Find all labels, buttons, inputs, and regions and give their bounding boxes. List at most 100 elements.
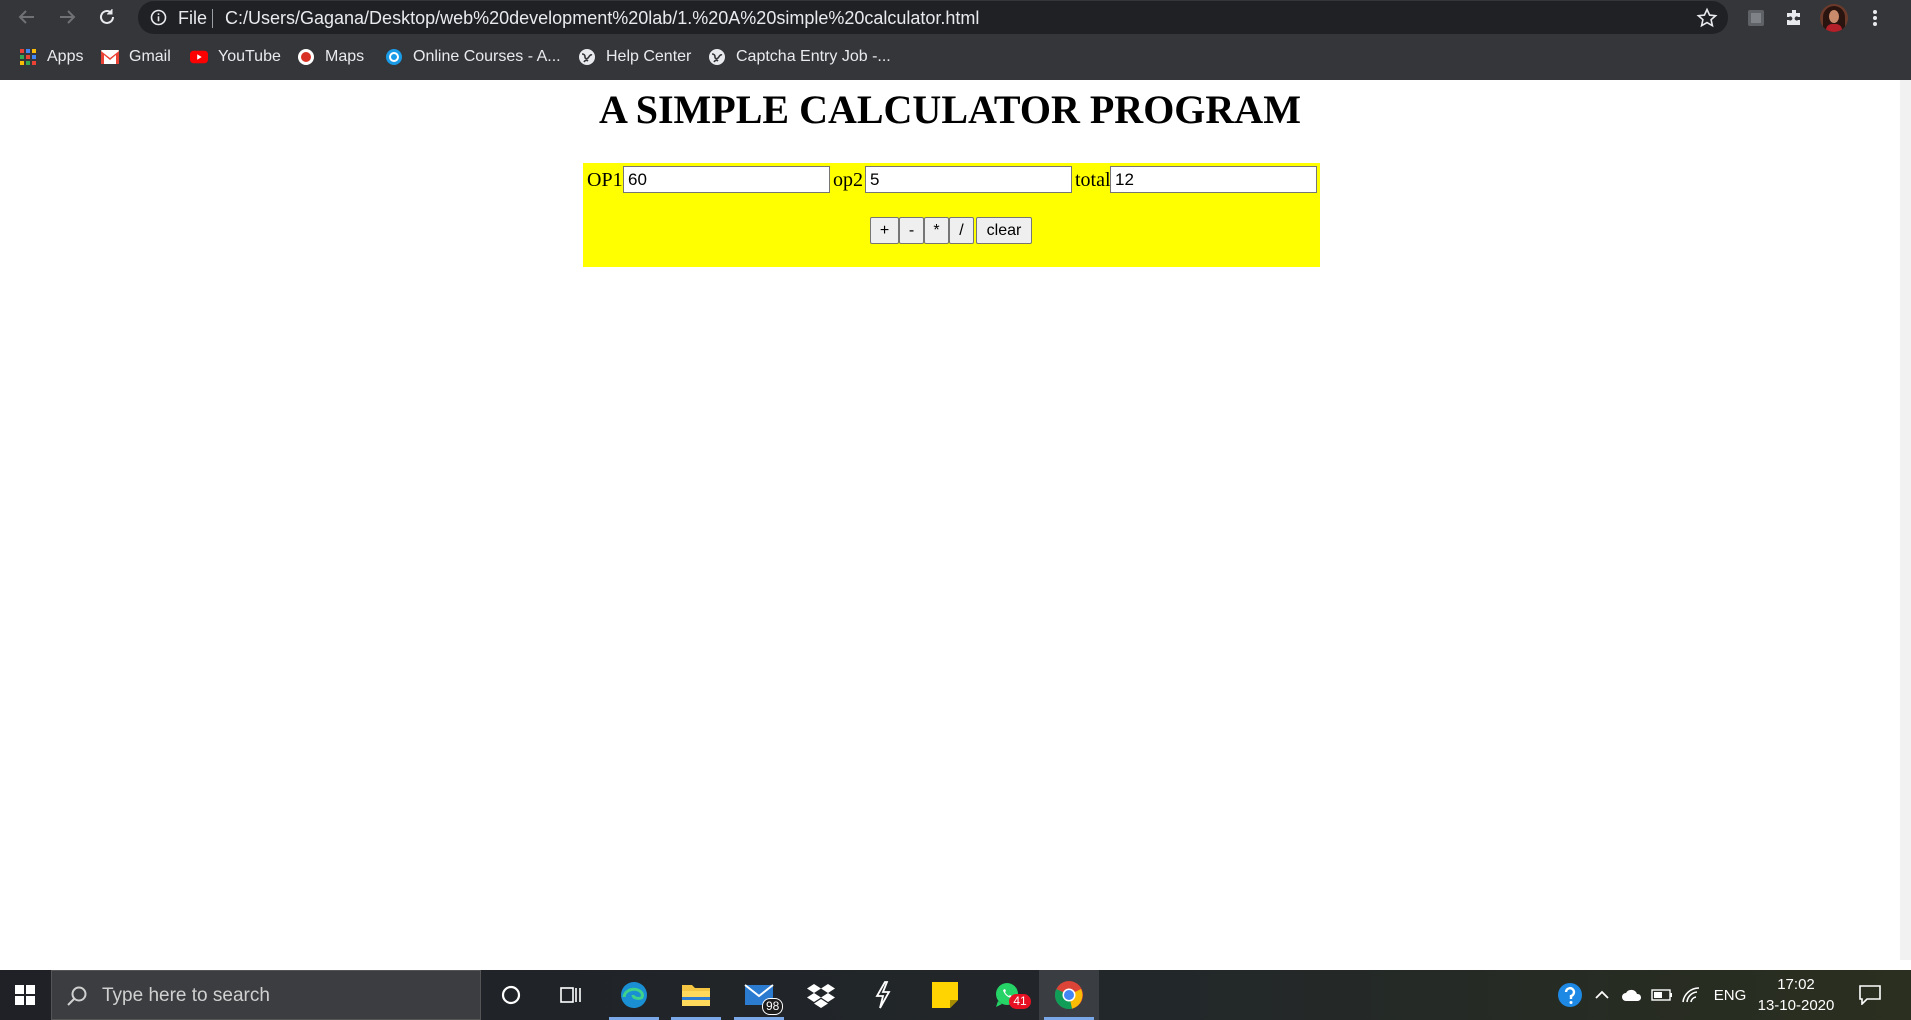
task-view-icon — [560, 987, 581, 1003]
search-placeholder: Type here to search — [102, 985, 270, 1006]
tray-language[interactable]: ENG — [1708, 970, 1752, 1020]
op2-label: op2 — [833, 169, 863, 191]
windows-logo-icon — [15, 985, 35, 1005]
back-arrow-icon — [18, 10, 34, 24]
extension-square-icon — [1748, 10, 1764, 26]
cortana-button[interactable] — [481, 970, 541, 1020]
clock-time: 17:02 — [1777, 976, 1815, 993]
op2-input[interactable] — [865, 166, 1072, 193]
url-separator — [212, 9, 213, 28]
bookmark-gmail[interactable]: Gmail — [101, 44, 171, 70]
browser-menu-button[interactable] — [1860, 3, 1890, 33]
bookmark-label: YouTube — [218, 48, 281, 65]
apps-grid-icon — [19, 48, 37, 66]
op1-input[interactable] — [623, 166, 830, 193]
tray-battery[interactable] — [1648, 970, 1676, 1020]
wifi-icon — [1682, 987, 1700, 1003]
lightning-app-icon — [875, 981, 891, 1009]
mail-count-badge: 98 — [762, 998, 784, 1015]
dropbox-icon — [807, 984, 835, 1008]
page-title: A SIMPLE CALCULATOR PROGRAM — [599, 87, 1301, 132]
reload-button[interactable] — [92, 2, 122, 32]
bookmark-label: Gmail — [129, 48, 171, 65]
url-text[interactable]: C:/Users/Gagana/Desktop/web%20developmen… — [225, 8, 979, 29]
globe-icon — [708, 48, 726, 66]
bookmark-label: Online Courses - A... — [413, 48, 561, 65]
web-page: A SIMPLE CALCULATOR PROGRAM OP1 op2 tota… — [0, 80, 1900, 960]
start-button[interactable] — [0, 970, 50, 1020]
op1-label: OP1 — [587, 169, 623, 191]
subtract-button[interactable]: - — [899, 217, 924, 244]
taskbar-dropbox[interactable] — [791, 970, 851, 1020]
edge-browser-icon — [621, 982, 647, 1008]
taskbar-file-explorer[interactable] — [666, 970, 726, 1020]
bookmark-star-icon[interactable] — [1696, 7, 1718, 29]
address-bar[interactable]: File C:/Users/Gagana/Desktop/web%20devel… — [138, 1, 1728, 34]
total-output[interactable] — [1110, 166, 1317, 193]
battery-icon — [1651, 989, 1672, 1001]
maps-icon — [297, 48, 315, 66]
globe-icon — [578, 48, 596, 66]
navigation-row: File C:/Users/Gagana/Desktop/web%20devel… — [0, 0, 1911, 34]
forward-arrow-icon — [60, 10, 76, 24]
back-button[interactable] — [12, 2, 42, 32]
extension-button[interactable] — [1741, 3, 1771, 33]
search-icon — [67, 986, 87, 1006]
url-scheme-label: File — [178, 8, 208, 28]
bookmark-label: Maps — [325, 48, 365, 65]
task-view-button[interactable] — [541, 970, 601, 1020]
tray-show-hidden[interactable] — [1590, 970, 1614, 1020]
taskbar-sticky-notes[interactable] — [915, 970, 975, 1020]
multiply-button[interactable]: * — [924, 217, 949, 244]
chrome-icon — [1054, 981, 1083, 1010]
bookmark-help-center[interactable]: Help Center — [578, 44, 691, 70]
course-icon — [385, 48, 403, 66]
tray-notifications[interactable] — [1850, 970, 1890, 1020]
windows-taskbar: Type here to search 98 41 ENG 17:02 13-1… — [0, 970, 1911, 1020]
bookmark-youtube[interactable]: YouTube — [190, 44, 281, 70]
bookmark-label: Captcha Entry Job -... — [736, 48, 891, 65]
reload-icon — [100, 9, 114, 24]
extensions-menu-button[interactable] — [1779, 3, 1809, 33]
profile-avatar[interactable] — [1820, 4, 1848, 32]
notification-icon — [1859, 985, 1881, 1005]
cloud-icon — [1622, 989, 1642, 1001]
total-label: total — [1075, 169, 1111, 191]
bookmarks-bar: Apps Gmail YouTube Maps Online Courses -… — [0, 44, 1911, 70]
help-question-icon — [1558, 983, 1582, 1007]
sticky-note-icon — [932, 982, 958, 1008]
bookmark-label: Apps — [47, 48, 84, 65]
taskbar-search-box[interactable]: Type here to search — [51, 970, 481, 1020]
gmail-icon — [101, 48, 119, 66]
whatsapp-count-badge: 41 — [1009, 994, 1031, 1009]
taskbar-edge[interactable] — [604, 970, 664, 1020]
youtube-icon — [190, 48, 208, 66]
add-button[interactable]: + — [870, 217, 899, 244]
taskbar-chrome[interactable] — [1039, 970, 1099, 1020]
tray-wifi[interactable] — [1678, 970, 1706, 1020]
tray-onedrive[interactable] — [1618, 970, 1646, 1020]
clock-date: 13-10-2020 — [1757, 997, 1835, 1014]
forward-button[interactable] — [52, 2, 82, 32]
kebab-menu-icon — [1873, 10, 1877, 26]
clear-button[interactable]: clear — [976, 217, 1032, 244]
taskbar-app-lightning[interactable] — [853, 970, 913, 1020]
cortana-circle-icon — [501, 985, 521, 1005]
bookmark-label: Help Center — [606, 48, 692, 65]
taskbar-clock[interactable]: 17:02 13-10-2020 — [1752, 974, 1840, 1016]
divide-button[interactable]: / — [949, 217, 974, 244]
bookmark-maps[interactable]: Maps — [297, 44, 364, 70]
taskbar-mail[interactable]: 98 — [729, 970, 789, 1020]
browser-chrome: File C:/Users/Gagana/Desktop/web%20devel… — [0, 0, 1911, 80]
vertical-scrollbar[interactable] — [1900, 80, 1911, 960]
puzzle-icon — [1787, 10, 1800, 25]
bookmark-apps[interactable]: Apps — [19, 44, 83, 70]
info-icon[interactable] — [150, 9, 167, 26]
chevron-up-icon — [1595, 990, 1609, 999]
tray-help[interactable] — [1552, 970, 1588, 1020]
bookmark-captcha-entry[interactable]: Captcha Entry Job -... — [708, 44, 891, 70]
calculator-form: OP1 op2 total + - * / clear — [583, 163, 1320, 267]
taskbar-whatsapp[interactable]: 41 — [977, 970, 1037, 1020]
bookmark-online-courses[interactable]: Online Courses - A... — [385, 44, 561, 70]
folder-icon — [682, 985, 710, 1006]
